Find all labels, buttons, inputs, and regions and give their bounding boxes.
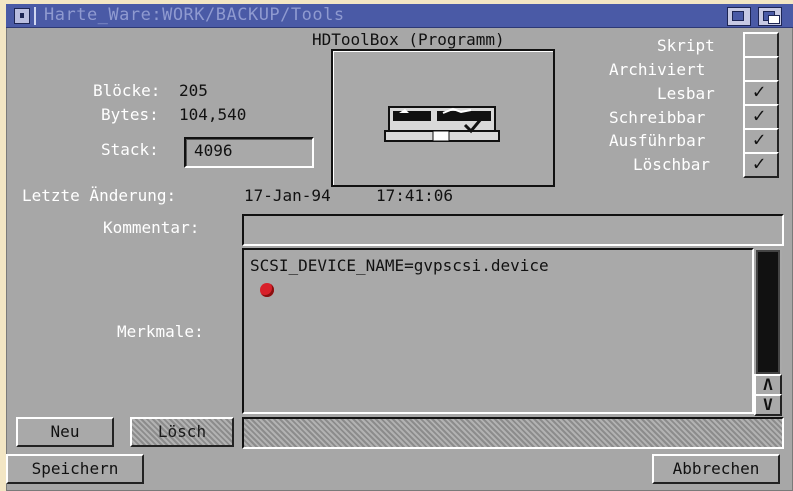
title-bar[interactable]: Harte_Ware:WORK/BACKUP/Tools: [6, 4, 793, 28]
scroll-down-button[interactable]: V: [754, 394, 782, 416]
bytes-label: Bytes:: [101, 105, 159, 124]
changed-date: 17-Jan-94: [244, 186, 331, 205]
tooltype-entry[interactable]: SCSI_DEVICE_NAME=gvpscsi.device: [250, 256, 549, 275]
zoom-icon[interactable]: [727, 7, 751, 26]
blocks-value: 205: [179, 81, 208, 100]
stack-value: 4096: [194, 141, 233, 160]
checkmark-icon: ✓: [753, 103, 766, 127]
blocks-label: Blöcke:: [93, 81, 161, 100]
drawer-icon: [384, 106, 500, 142]
flag-label-archived: Archiviert: [609, 60, 706, 79]
flag-label-deletable: Löschbar: [633, 155, 711, 174]
flag-label-readable: Lesbar: [657, 84, 715, 103]
scroll-up-button[interactable]: Λ: [754, 374, 782, 396]
changed-label: Letzte Änderung:: [22, 186, 177, 205]
cancel-button[interactable]: Abbrechen: [652, 454, 780, 484]
checkmark-icon: ✓: [753, 127, 766, 151]
checkmark-icon: ✓: [753, 151, 766, 175]
close-icon[interactable]: [14, 8, 30, 24]
flag-checkbox-script[interactable]: [743, 32, 779, 58]
tooltypes-list[interactable]: SCSI_DEVICE_NAME=gvpscsi.device: [242, 248, 754, 414]
tooltypes-scrollbar[interactable]: Λ V: [754, 248, 782, 416]
flag-label-executable: Ausführbar: [609, 131, 706, 150]
bytes-value: 104,540: [179, 105, 247, 124]
window-title: Harte_Ware:WORK/BACKUP/Tools: [44, 5, 345, 25]
title-separator: [34, 7, 36, 25]
program-icon-frame[interactable]: [331, 49, 555, 187]
tooltypes-label: Merkmale:: [117, 322, 204, 341]
depth-icon[interactable]: [758, 7, 782, 26]
program-heading: HDToolBox (Programm): [312, 30, 505, 49]
information-window: Harte_Ware:WORK/BACKUP/Tools HDToolBox (…: [6, 4, 793, 491]
new-button[interactable]: Neu: [16, 417, 114, 447]
tooltype-edit-field[interactable]: [242, 417, 784, 449]
comment-label: Kommentar:: [103, 218, 200, 237]
stack-input[interactable]: 4096: [184, 137, 314, 168]
flag-checkbox-deletable[interactable]: ✓: [743, 151, 779, 178]
scroll-knob[interactable]: [756, 250, 780, 374]
mouse-pointer-icon: [260, 283, 274, 297]
flag-label-writable: Schreibbar: [609, 108, 706, 127]
changed-time: 17:41:06: [376, 186, 454, 205]
flag-label-script: Skript: [657, 36, 715, 55]
checkmark-icon: ✓: [753, 79, 766, 103]
delete-button[interactable]: Lösch: [130, 417, 234, 447]
save-button[interactable]: Speichern: [6, 454, 144, 484]
stack-label: Stack:: [101, 140, 159, 159]
comment-input[interactable]: [242, 214, 784, 246]
